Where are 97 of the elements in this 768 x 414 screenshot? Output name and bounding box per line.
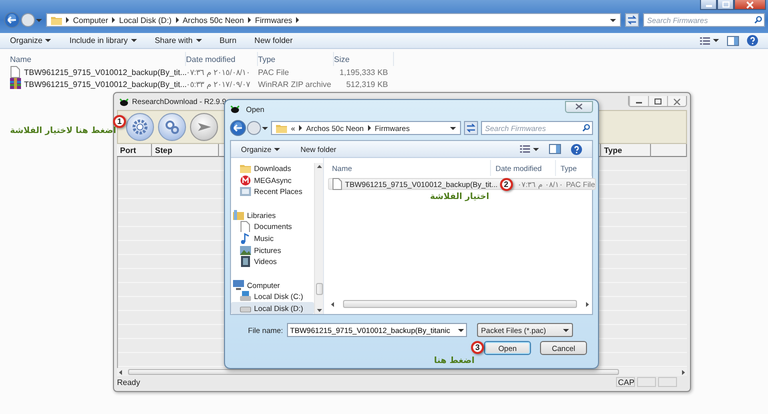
picture-icon	[240, 244, 251, 256]
library-icon	[233, 210, 244, 221]
caps-lock-indicator: CAP	[616, 377, 635, 387]
chevron-icon	[296, 17, 300, 23]
preview-pane-icon[interactable]	[727, 36, 739, 46]
breadcrumb[interactable]: Computer	[73, 16, 108, 24]
gear-icon	[131, 118, 149, 136]
chevron-icon	[299, 125, 302, 131]
help-icon[interactable]	[747, 35, 758, 46]
breadcrumb[interactable]: Firmwares	[254, 16, 292, 24]
mega-icon	[240, 174, 251, 186]
maximize-button[interactable]	[717, 0, 734, 10]
start-button[interactable]	[190, 113, 218, 141]
preview-pane-icon[interactable]	[549, 144, 561, 154]
drive-icon	[240, 291, 251, 302]
close-button[interactable]	[734, 0, 766, 10]
caret-icon	[713, 39, 719, 42]
file-icon	[10, 66, 21, 78]
status-pane	[637, 377, 656, 387]
scroll-down-icon	[316, 309, 322, 312]
back-button[interactable]	[230, 120, 246, 136]
scroll-left-icon[interactable]	[331, 302, 334, 306]
column-header[interactable]: Date modified	[186, 52, 258, 66]
close-icon	[575, 103, 583, 110]
vertical-scrollbar[interactable]	[314, 163, 323, 314]
scroll-up-icon	[316, 165, 322, 168]
computer-icon	[233, 280, 244, 291]
chevron-icon	[66, 17, 69, 23]
step-note: اضغط هنا لاختيار الفلاشة	[10, 126, 116, 136]
maximize-icon	[654, 98, 662, 104]
scrollbar-thumb[interactable]	[316, 283, 322, 295]
help-icon[interactable]	[571, 144, 582, 154]
toolbar-button[interactable]: New folder	[254, 36, 293, 45]
list-view-icon	[700, 36, 710, 44]
scroll-right-icon[interactable]	[682, 370, 685, 374]
breadcrumb[interactable]: Local Disk (D:)	[119, 16, 172, 24]
address-bar[interactable]: Computer Local Disk (D:) Archos 50c Neon Firmwares	[46, 13, 621, 27]
file-name[interactable]: TBW961215_9715_V010012_backup(By_tit...	[24, 68, 187, 76]
close-icon	[746, 0, 754, 8]
video-icon	[240, 256, 251, 268]
chevron-icon	[176, 17, 179, 23]
gears-icon	[163, 118, 181, 136]
table-cell-text: ٢٠١٧/٠٩/٠٧ م ٠٥:٣٣	[186, 80, 252, 88]
toolbar-button[interactable]: Organize	[10, 36, 52, 45]
forward-button[interactable]	[21, 13, 35, 27]
folder-icon	[276, 123, 287, 133]
dropdown-icon[interactable]	[450, 126, 456, 130]
table-cell-text: WinRAR ZIP archive	[258, 80, 332, 88]
toolbar-button[interactable]: Include in library	[69, 36, 137, 45]
close-icon	[673, 98, 681, 104]
step-note: اضغط هنا	[434, 356, 475, 366]
status-text: Ready	[117, 378, 142, 386]
table-cell-text: ٢٠١٥/٠٨/١٠ م ٠٧:٣٦	[186, 68, 252, 76]
archive-icon	[10, 78, 21, 90]
recent-places-icon	[240, 186, 251, 198]
close-button[interactable]	[565, 100, 593, 112]
breadcrumb[interactable]: Archos 50c Neon	[182, 16, 244, 24]
minimize-button[interactable]	[700, 0, 717, 10]
settings-button[interactable]	[126, 113, 154, 141]
caret-icon	[533, 148, 539, 150]
table-cell-text: PAC File	[258, 68, 290, 76]
chevron-icon	[112, 17, 116, 23]
status-pane	[658, 377, 677, 387]
document-icon	[240, 221, 251, 232]
file-icon	[332, 178, 342, 190]
column-header[interactable]: Type	[258, 52, 334, 66]
chevron-icon	[368, 125, 371, 131]
folder-icon	[51, 15, 62, 25]
history-dropdown-icon[interactable]	[262, 126, 268, 130]
file-name[interactable]: TBW961215_9715_V010012_backup(By_tit...	[24, 80, 187, 88]
dropdown-icon[interactable]	[458, 329, 464, 332]
list-view-icon	[520, 145, 530, 153]
app-icon	[230, 105, 241, 114]
music-icon	[240, 233, 251, 244]
scroll-right-icon[interactable]	[586, 302, 589, 306]
folder-icon	[240, 163, 251, 174]
refresh-button[interactable]	[464, 121, 478, 135]
view-options-button[interactable]	[700, 36, 719, 44]
chevron-icon	[248, 17, 251, 23]
horizontal-scrollbar[interactable]	[117, 368, 687, 376]
refresh-button[interactable]	[625, 13, 639, 27]
scroll-left-icon[interactable]	[119, 370, 122, 374]
settings-button[interactable]	[158, 113, 186, 141]
search-icon	[754, 16, 762, 24]
caret-icon	[563, 328, 570, 332]
dropdown-icon[interactable]	[610, 18, 616, 22]
view-options-button[interactable]	[520, 145, 539, 153]
table-cell-text: 512,319 KB	[345, 80, 388, 88]
search-icon	[582, 124, 590, 132]
toolbar-button[interactable]: Share with	[154, 36, 202, 45]
toolbar-button[interactable]: Burn	[220, 36, 236, 45]
column-header[interactable]: Size	[334, 52, 394, 66]
table-cell-text: 1,195,333 KB	[338, 68, 388, 76]
back-button[interactable]	[4, 12, 20, 28]
maximize-icon	[722, 0, 730, 8]
step-note: اختيار الفلاشة	[430, 192, 490, 202]
app-icon	[119, 98, 129, 106]
